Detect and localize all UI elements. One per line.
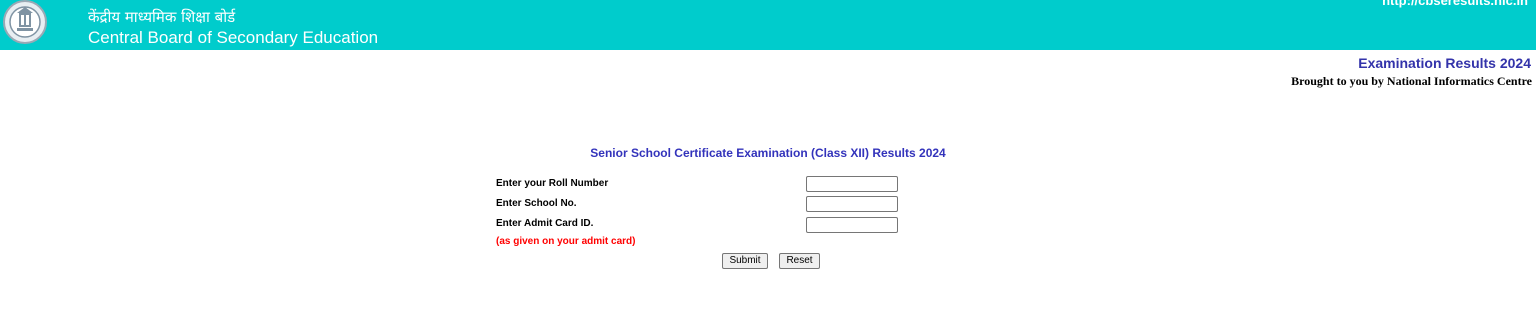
examination-results-title: Examination Results 2024 <box>1358 55 1531 71</box>
site-url: http://cbseresults.nic.in <box>1382 0 1528 8</box>
submit-button[interactable]: Submit <box>722 253 768 269</box>
admit-card-note: (as given on your admit card) <box>496 236 636 247</box>
nic-credit: Brought to you by National Informatics C… <box>1291 74 1532 88</box>
board-title-hindi: केंद्रीय माध्यमिक शिक्षा बोर्ड <box>88 8 236 26</box>
roll-number-label: Enter your Roll Number <box>496 178 609 189</box>
school-number-input[interactable] <box>806 196 898 212</box>
cbse-logo-icon <box>3 0 47 44</box>
school-number-label: Enter School No. <box>496 198 577 209</box>
roll-number-input[interactable] <box>806 176 898 192</box>
admit-card-id-label: Enter Admit Card ID. <box>496 218 594 229</box>
form-heading: Senior School Certificate Examination (C… <box>590 146 946 160</box>
header-banner: केंद्रीय माध्यमिक शिक्षा बोर्ड Central B… <box>0 0 1536 50</box>
reset-button[interactable]: Reset <box>779 253 820 269</box>
board-title-english: Central Board of Secondary Education <box>88 28 379 47</box>
admit-card-id-input[interactable] <box>806 217 898 233</box>
